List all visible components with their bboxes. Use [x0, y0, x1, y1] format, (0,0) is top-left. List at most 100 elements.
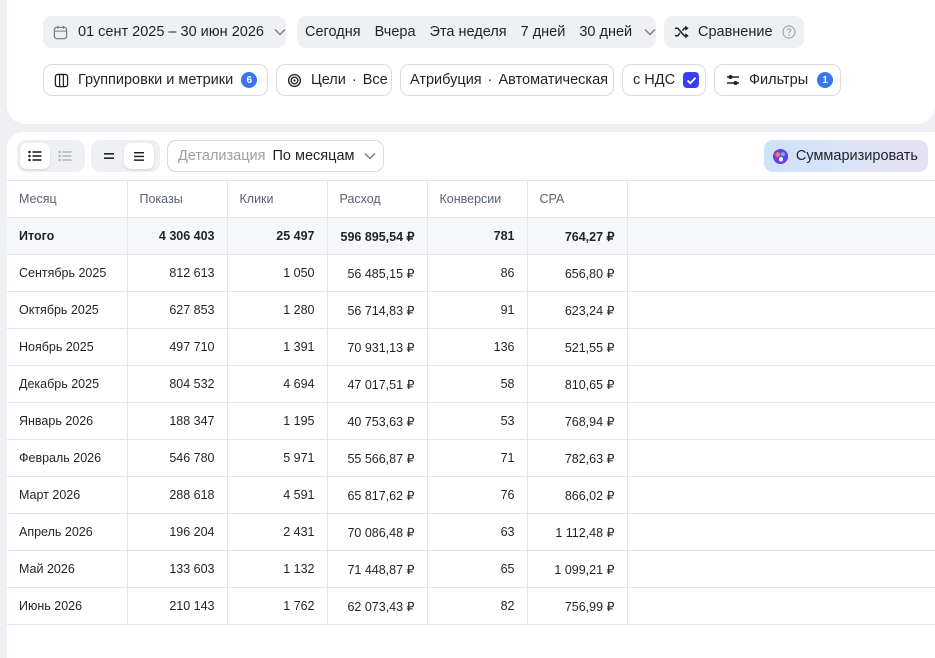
- table-view-button[interactable]: [20, 143, 50, 169]
- table-cell: Февраль 2026: [7, 439, 128, 477]
- density-normal-button[interactable]: [124, 143, 154, 169]
- table-cell-spacer: [627, 439, 935, 477]
- table-cell: 1 195: [227, 402, 328, 440]
- attribution-label: Атрибуция: [410, 72, 482, 88]
- summarize-button[interactable]: Суммаризировать: [763, 140, 928, 172]
- checkbox-checked-icon[interactable]: [683, 72, 700, 88]
- table-cell: 188 347: [127, 402, 228, 440]
- table-cell: 58: [427, 365, 528, 403]
- table-cell: 56 485,15 ₽: [327, 254, 428, 292]
- attribution-selector[interactable]: Атрибуция · Автоматическая: [400, 64, 614, 96]
- table-cell: Декабрь 2025: [7, 365, 128, 403]
- table-cell: 71 448,87 ₽: [327, 550, 428, 588]
- table-row: Ноябрь 2025 497 710 1 391 70 931,13 ₽136 521…: [7, 328, 935, 366]
- table-cell-spacer: [627, 217, 935, 255]
- table-cell: 70 086,48 ₽: [327, 513, 428, 551]
- filters-button[interactable]: Фильтры 1: [714, 64, 841, 96]
- table-cell: 40 753,63 ₽: [327, 402, 428, 440]
- goals-selector[interactable]: Цели · Все: [276, 64, 392, 96]
- column-header-conversions[interactable]: Конверсии: [427, 180, 528, 218]
- target-icon: [287, 73, 302, 88]
- groupings-metrics-button[interactable]: Группировки и метрики 6: [43, 64, 268, 96]
- column-header-impressions[interactable]: Показы: [127, 180, 228, 218]
- table-cell: 810,65 ₽: [527, 365, 628, 403]
- table-cell: 4 591: [227, 476, 328, 514]
- table-cell: 756,99 ₽: [527, 587, 628, 625]
- table-cell: 4 306 403: [127, 217, 228, 255]
- preset-yesterday[interactable]: Вчера: [375, 24, 416, 40]
- date-range-picker[interactable]: 01 сент 2025 – 30 июн 2026: [43, 16, 286, 48]
- table-cell: 53: [427, 402, 528, 440]
- table-cell: 521,55 ₽: [527, 328, 628, 366]
- table-row: Декабрь 2025 804 532 4 694 47 017,51 ₽58 810…: [7, 365, 935, 403]
- table-cell: Июнь 2026: [7, 587, 128, 625]
- compare-button[interactable]: Сравнение: [664, 16, 804, 48]
- table-cell: 196 204: [127, 513, 228, 551]
- table-cell: 210 143: [127, 587, 228, 625]
- calendar-icon: [53, 25, 68, 40]
- table-row: Февраль 2026 546 780 5 971 55 566,87 ₽71 782…: [7, 439, 935, 477]
- summarize-icon: [772, 148, 789, 165]
- table-row: Май 2026 133 603 1 132 71 448,87 ₽65 1 099,2…: [7, 550, 935, 588]
- table-row: Октябрь 2025 627 853 1 280 56 714,83 ₽91 623…: [7, 291, 935, 329]
- table-cell: 1 112,48 ₽: [527, 513, 628, 551]
- table-cell: 4 694: [227, 365, 328, 403]
- table-cell: 56 714,83 ₽: [327, 291, 428, 329]
- table-cell: 1 280: [227, 291, 328, 329]
- table-cell: 70 931,13 ₽: [327, 328, 428, 366]
- table-cell: 812 613: [127, 254, 228, 292]
- table-row: Июнь 2026 210 143 1 762 62 073,43 ₽82 756,99…: [7, 587, 935, 625]
- table-cell: Май 2026: [7, 550, 128, 588]
- compare-label: Сравнение: [698, 24, 773, 40]
- table-cell: 764,27 ₽: [527, 217, 628, 255]
- report-panel: Детализация По месяцам Суммаризировать М…: [7, 132, 935, 658]
- table-cell: Ноябрь 2025: [7, 328, 128, 366]
- vat-checkbox[interactable]: с НДС: [622, 64, 706, 96]
- table-row: Апрель 2026 196 204 2 431 70 086,48 ₽63 1 11…: [7, 513, 935, 551]
- table-cell: 866,02 ₽: [527, 476, 628, 514]
- table-cell: Апрель 2026: [7, 513, 128, 551]
- table-cell: 91: [427, 291, 528, 329]
- attribution-value: Автоматическая: [498, 72, 609, 88]
- date-presets: Сегодня Вчера Эта неделя 7 дней 30 дней: [297, 16, 656, 48]
- list-icon: [28, 150, 42, 162]
- detail-selector[interactable]: Детализация По месяцам: [167, 140, 384, 172]
- sliders-icon: [726, 73, 740, 87]
- column-header-month[interactable]: Месяц: [7, 180, 128, 218]
- table-cell: 62 073,43 ₽: [327, 587, 428, 625]
- vat-label: с НДС: [633, 72, 676, 88]
- chevron-down-icon: [364, 152, 377, 160]
- preset-30-days[interactable]: 30 дней: [579, 24, 632, 40]
- table-cell: 133 603: [127, 550, 228, 588]
- table-cell-spacer: [627, 476, 935, 514]
- detail-value: По месяцам: [272, 148, 355, 164]
- tree-view-button[interactable]: [50, 143, 80, 169]
- help-icon[interactable]: [781, 25, 796, 39]
- table-cell-spacer: [627, 587, 935, 625]
- table-cell: 82: [427, 587, 528, 625]
- table-cell: 782,63 ₽: [527, 439, 628, 477]
- column-header-clicks[interactable]: Клики: [227, 180, 328, 218]
- filters-label: Фильтры: [749, 72, 809, 88]
- lines-icon: [133, 151, 145, 162]
- groupings-count-badge: 6: [241, 72, 258, 88]
- goals-label: Цели: [311, 72, 346, 88]
- column-header-cost[interactable]: Расход: [327, 180, 428, 218]
- table-cell: 1 132: [227, 550, 328, 588]
- table-cell-spacer: [627, 254, 935, 292]
- preset-7-days[interactable]: 7 дней: [521, 24, 566, 40]
- chevron-down-icon[interactable]: [644, 28, 656, 36]
- table-cell: 136: [427, 328, 528, 366]
- density-compact-button[interactable]: [94, 143, 124, 169]
- table-cell: 65 817,62 ₽: [327, 476, 428, 514]
- table-cell: 71: [427, 439, 528, 477]
- table-cell: 1 099,21 ₽: [527, 550, 628, 588]
- column-header-cpa[interactable]: CPA: [527, 180, 628, 218]
- preset-this-week[interactable]: Эта неделя: [430, 24, 507, 40]
- table-cell: 623,24 ₽: [527, 291, 628, 329]
- preset-today[interactable]: Сегодня: [305, 24, 361, 40]
- table-cell: 1 050: [227, 254, 328, 292]
- table-cell: Март 2026: [7, 476, 128, 514]
- table-cell: 47 017,51 ₽: [327, 365, 428, 403]
- columns-icon: [54, 73, 69, 88]
